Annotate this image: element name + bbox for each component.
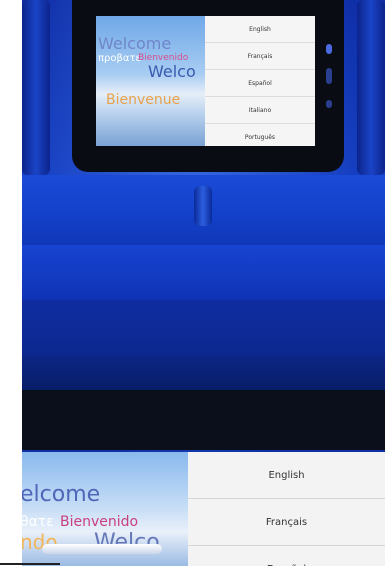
language-option[interactable]: Français: [188, 499, 385, 546]
seat-cushion-left: [22, 0, 50, 175]
zoomed-language-menu: English Français Español: [188, 452, 385, 566]
welcome-word: Bienvenue: [106, 92, 181, 108]
caption-rule: [0, 563, 60, 565]
welcome-word: elcome: [22, 482, 101, 507]
airplane-graphic: [42, 544, 162, 554]
welcome-image: Welcome προβατε Bienvenido Welco Bienven…: [96, 16, 205, 146]
photo-margin: [0, 0, 22, 566]
welcome-word: προβατε: [98, 53, 141, 64]
seat-band: [22, 245, 385, 300]
language-menu: English Français Español Italiano Portug…: [205, 16, 315, 146]
monitor-screen: Welcome προβατε Bienvenido Welco Bienven…: [96, 16, 315, 146]
zoomed-welcome-image: elcome θατε Bienvenido ndo Welco: [22, 452, 188, 566]
seat-gap: [22, 390, 385, 450]
language-option[interactable]: English: [188, 452, 385, 499]
monitor-button[interactable]: [326, 68, 332, 84]
seat-cushion-right: [357, 0, 385, 175]
language-option[interactable]: Italiano: [205, 97, 315, 124]
welcome-word: Welco: [148, 62, 196, 81]
monitor-button[interactable]: [326, 100, 332, 108]
welcome-word: θατε: [22, 514, 54, 530]
language-option[interactable]: Português: [205, 124, 315, 146]
language-option[interactable]: Français: [205, 43, 315, 70]
welcome-word: Bienvenido: [60, 514, 139, 530]
tray-latch: [194, 186, 212, 226]
language-option[interactable]: English: [205, 16, 315, 43]
seat-band: [22, 355, 385, 390]
language-option[interactable]: Español: [205, 70, 315, 97]
monitor-button[interactable]: [326, 44, 332, 54]
seat-band: [22, 300, 385, 355]
zoomed-screen: elcome θατε Bienvenido ndo Welco English…: [22, 452, 385, 566]
welcome-word: Welcome: [98, 34, 172, 53]
language-option[interactable]: Español: [188, 546, 385, 566]
